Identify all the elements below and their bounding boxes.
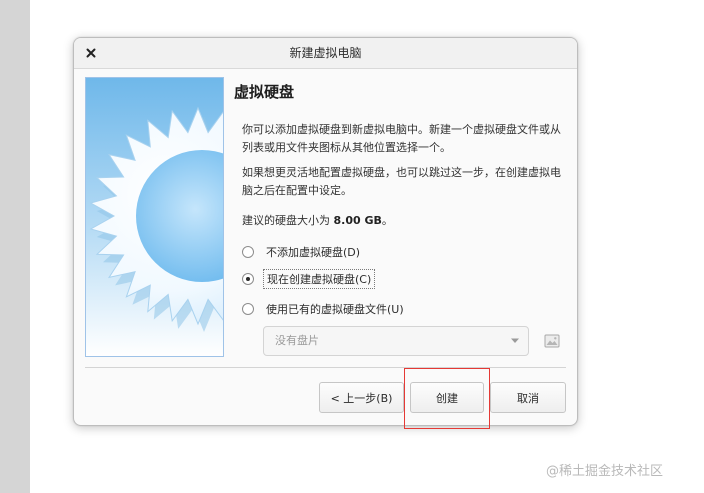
disk-select-value: 没有盘片 xyxy=(275,334,319,347)
radio-button[interactable] xyxy=(242,303,254,315)
radio-use-existing-disk[interactable]: 使用已有的虚拟硬盘文件(U) xyxy=(242,299,407,319)
recommended-size-text: 建议的硬盘大小为 8.00 GB。 xyxy=(242,212,393,230)
folder-image-icon xyxy=(544,334,560,348)
radio-button[interactable] xyxy=(242,246,254,258)
radio-create-disk[interactable]: 现在创建虚拟硬盘(C) xyxy=(242,269,376,289)
page-heading: 虚拟硬盘 xyxy=(234,83,295,101)
close-icon xyxy=(86,48,96,58)
back-button[interactable]: < 上一步(B) xyxy=(319,382,404,413)
recommended-size-prefix: 建议的硬盘大小为 xyxy=(242,214,334,227)
radio-no-disk[interactable]: 不添加虚拟硬盘(D) xyxy=(242,242,363,262)
hard-disk-sun-illustration xyxy=(86,78,223,356)
chevron-down-icon xyxy=(511,338,519,343)
choose-disk-file-button[interactable] xyxy=(543,332,561,350)
footer-separator xyxy=(85,367,566,368)
background-strip xyxy=(0,0,30,493)
title-bar: 新建虚拟电脑 xyxy=(74,38,577,69)
create-button[interactable]: 创建 xyxy=(410,382,484,413)
description-paragraph-2: 如果想更灵活地配置虚拟硬盘，也可以跳过这一步，在创建虚拟电脑之后在配置中设定。 xyxy=(242,166,561,197)
radio-label-create-disk: 现在创建虚拟硬盘(C) xyxy=(263,269,376,289)
close-button[interactable] xyxy=(82,44,100,62)
radio-button-selected[interactable] xyxy=(242,273,254,285)
wizard-illustration xyxy=(85,77,224,357)
existing-disk-select[interactable]: 没有盘片 xyxy=(263,326,529,356)
description-paragraph-1: 你可以添加虚拟硬盘到新虚拟电脑中。新建一个虚拟硬盘文件或从列表或用文件夹图标从其… xyxy=(242,123,561,154)
radio-label-no-disk: 不添加虚拟硬盘(D) xyxy=(266,246,361,259)
cancel-button[interactable]: 取消 xyxy=(490,382,566,413)
recommended-size-suffix: 。 xyxy=(381,214,393,227)
watermark: @稀土掘金技术社区 xyxy=(546,464,664,479)
window-title: 新建虚拟电脑 xyxy=(289,46,362,60)
radio-label-use-existing: 使用已有的虚拟硬盘文件(U) xyxy=(266,303,404,316)
recommended-size-value: 8.00 GB xyxy=(333,214,382,227)
new-vm-dialog: 新建虚拟电脑 虚拟硬盘 你可以添加虚拟硬盘到新虚拟电脑中。新建一个虚拟硬盘文件或… xyxy=(73,37,578,426)
